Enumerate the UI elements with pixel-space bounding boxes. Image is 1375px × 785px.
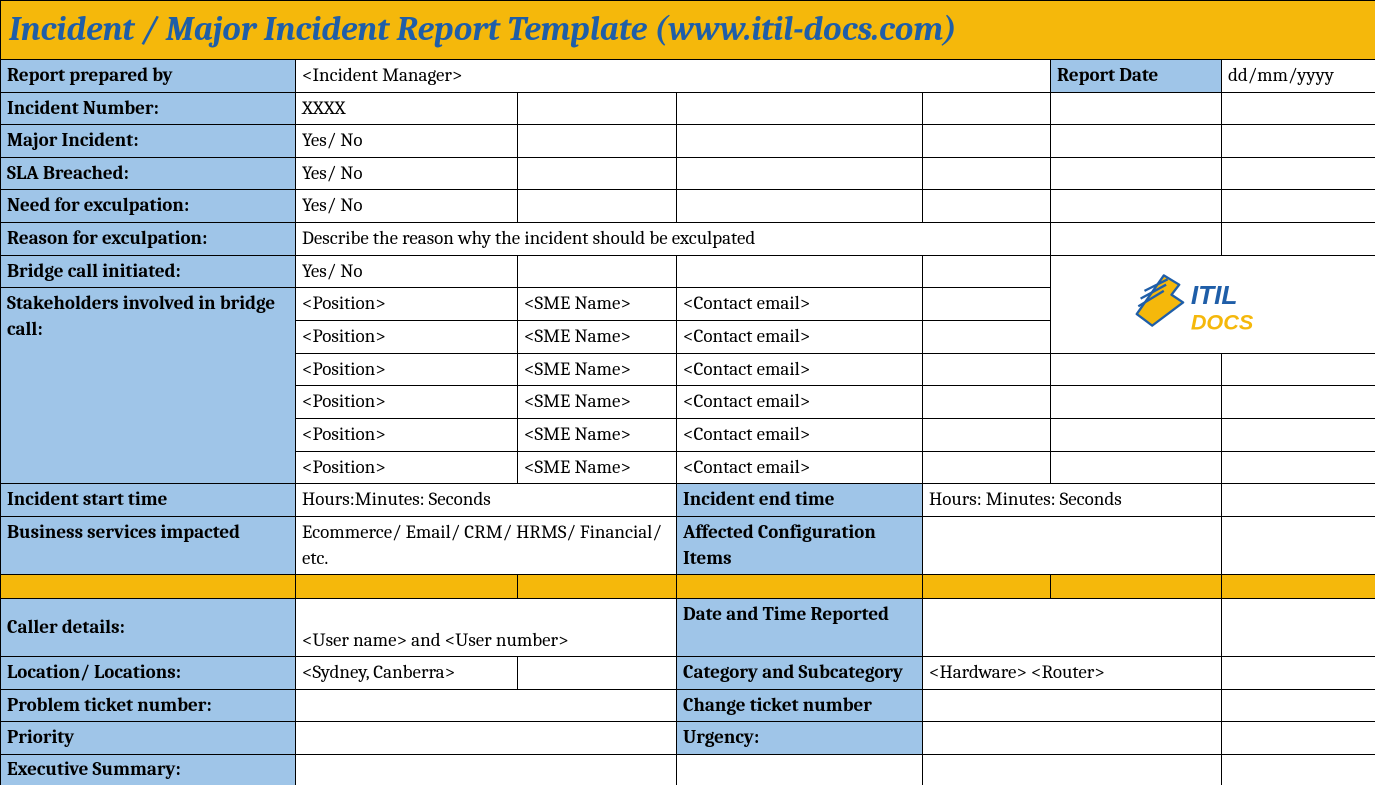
stakeholder-position[interactable]: <Position> [296, 418, 518, 451]
label-report-prepared-by: Report prepared by [1, 59, 296, 92]
label-date-time-reported: Date and Time Reported [677, 599, 923, 657]
stakeholder-email[interactable]: <Contact email> [677, 353, 923, 386]
stakeholder-sme[interactable]: <SME Name> [518, 418, 677, 451]
page-title: Incident / Major Incident Report Templat… [1, 1, 1375, 60]
value-bridge-call[interactable]: Yes/ No [296, 255, 518, 288]
label-affected-ci: Affected Configuration Items [677, 516, 923, 574]
label-change-ticket: Change ticket number [677, 689, 923, 722]
value-sla-breached[interactable]: Yes/ No [296, 157, 518, 190]
label-location: Location/ Locations: [1, 657, 296, 690]
value-report-prepared-by[interactable]: <Incident Manager> [296, 59, 1051, 92]
label-category: Category and Subcategory [677, 657, 923, 690]
value-reason-exculpation[interactable]: Describe the reason why the incident sho… [296, 223, 1051, 256]
value-biz-services[interactable]: Ecommerce/ Email/ CRM/ HRMS/ Financial/ … [296, 516, 677, 574]
label-urgency: Urgency: [677, 722, 923, 755]
label-need-exculpation: Need for exculpation: [1, 190, 296, 223]
stakeholder-position[interactable]: <Position> [296, 386, 518, 419]
stakeholder-position[interactable]: <Position> [296, 353, 518, 386]
value-location[interactable]: <Sydney, Canberra> [296, 657, 518, 690]
label-biz-services: Business services impacted [1, 516, 296, 574]
label-incident-end: Incident end time [677, 484, 923, 517]
logo: ITIL DOCS [1051, 255, 1375, 353]
label-caller-details: Caller details: [1, 599, 296, 657]
separator-row [1, 575, 1375, 599]
label-reason-exculpation: Reason for exculpation: [1, 223, 296, 256]
value-incident-start[interactable]: Hours:Minutes: Seconds [296, 484, 677, 517]
label-bridge-call: Bridge call initiated: [1, 255, 296, 288]
label-stakeholders: Stakeholders involved in bridge call: [1, 288, 296, 484]
value-report-date[interactable]: dd/mm/yyyy [1222, 59, 1375, 92]
label-major-incident: Major Incident: [1, 125, 296, 158]
value-need-exculpation[interactable]: Yes/ No [296, 190, 518, 223]
incident-report-table: Incident / Major Incident Report Templat… [0, 0, 1375, 785]
stakeholder-position[interactable]: <Position> [296, 451, 518, 484]
stakeholder-email[interactable]: <Contact email> [677, 451, 923, 484]
stakeholder-sme[interactable]: <SME Name> [518, 353, 677, 386]
svg-text:ITIL: ITIL [1190, 280, 1237, 310]
stakeholder-position[interactable]: <Position> [296, 288, 518, 321]
value-category[interactable]: <Hardware> <Router> [923, 657, 1222, 690]
stakeholder-sme[interactable]: <SME Name> [518, 321, 677, 354]
stakeholder-sme[interactable]: <SME Name> [518, 288, 677, 321]
value-major-incident[interactable]: Yes/ No [296, 125, 518, 158]
label-incident-number: Incident Number: [1, 92, 296, 125]
stakeholder-sme[interactable]: <SME Name> [518, 386, 677, 419]
itil-docs-logo-icon: ITIL DOCS [1129, 269, 1299, 339]
stakeholder-email[interactable]: <Contact email> [677, 418, 923, 451]
stakeholder-email[interactable]: <Contact email> [677, 321, 923, 354]
label-executive-summary: Executive Summary: [1, 755, 296, 785]
label-incident-start: Incident start time [1, 484, 296, 517]
stakeholder-email[interactable]: <Contact email> [677, 288, 923, 321]
label-report-date: Report Date [1051, 59, 1222, 92]
stakeholder-email[interactable]: <Contact email> [677, 386, 923, 419]
title-row: Incident / Major Incident Report Templat… [1, 1, 1375, 60]
stakeholder-sme[interactable]: <SME Name> [518, 451, 677, 484]
value-incident-end[interactable]: Hours: Minutes: Seconds [923, 484, 1222, 517]
stakeholder-position[interactable]: <Position> [296, 321, 518, 354]
label-sla-breached: SLA Breached: [1, 157, 296, 190]
svg-text:DOCS: DOCS [1190, 310, 1253, 335]
value-incident-number[interactable]: XXXX [296, 92, 518, 125]
value-caller-details[interactable]: <User name> and <User number> [296, 599, 677, 657]
label-problem-ticket: Problem ticket number: [1, 689, 296, 722]
label-priority: Priority [1, 722, 296, 755]
